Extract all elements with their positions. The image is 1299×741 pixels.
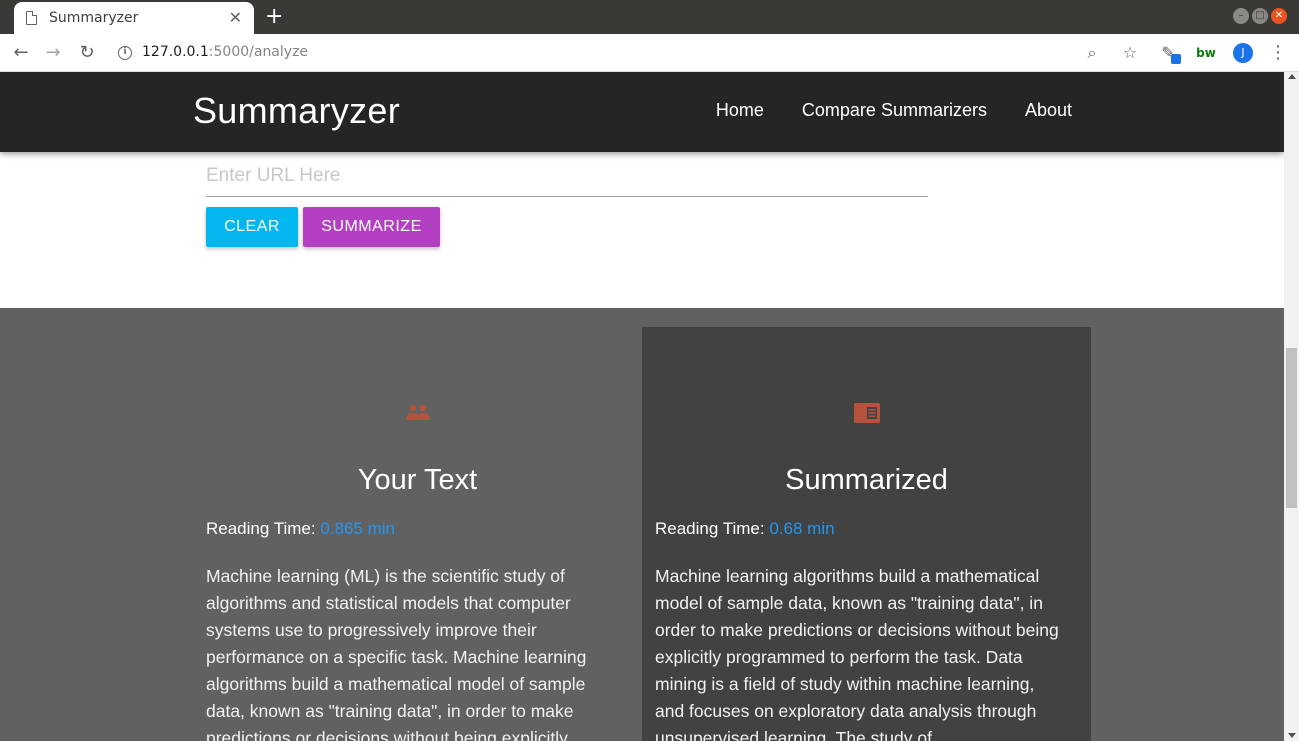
original-title: Your Text — [357, 464, 478, 496]
newspaper-icon — [853, 403, 880, 423]
clear-button[interactable]: CLEAR — [206, 207, 298, 247]
scroll-down-arrow-icon[interactable] — [1288, 733, 1296, 738]
back-arrow-icon[interactable]: ← — [10, 42, 32, 64]
extension-eyedropper-icon[interactable]: ✎ — [1157, 42, 1181, 64]
window-close-icon[interactable]: ✕ — [1271, 8, 1287, 24]
browser-tab[interactable]: Summaryzer ✕ — [14, 2, 254, 34]
site-info-icon[interactable]: i — [118, 46, 132, 60]
extension-bw-icon[interactable]: bw — [1195, 42, 1217, 64]
reading-time-label: Reading Time: — [655, 519, 765, 538]
original-reading-time: Reading Time: 0.865 min — [206, 519, 395, 539]
nav-links: Home Compare Summarizers About — [716, 100, 1072, 121]
site-navbar: Summaryzer Home Compare Summarizers Abou… — [0, 72, 1284, 152]
url-input[interactable] — [206, 156, 928, 197]
summary-panel: Summarized Reading Time: 0.68 min Machin… — [642, 327, 1091, 741]
summary-reading-time: Reading Time: 0.68 min — [655, 519, 835, 539]
reading-time-value: 0.68 min — [769, 519, 835, 538]
document-icon — [26, 11, 37, 25]
reload-icon[interactable]: ↻ — [76, 42, 98, 64]
tab-title: Summaryzer — [49, 10, 139, 26]
page-viewport: Summaryzer Home Compare Summarizers Abou… — [0, 72, 1284, 741]
menu-kebab-icon[interactable]: ⋮ — [1269, 42, 1287, 64]
page-scrollbar[interactable] — [1284, 72, 1299, 741]
bookmark-star-icon[interactable]: ☆ — [1119, 42, 1141, 64]
reading-time-label: Reading Time: — [206, 519, 316, 538]
scroll-up-arrow-icon[interactable] — [1288, 74, 1296, 79]
maximize-icon[interactable]: □ — [1252, 8, 1268, 24]
browser-toolbar: ← → ↻ i 127.0.0.1:5000/analyze ⌕ ☆ ✎ bw … — [0, 34, 1299, 72]
close-tab-icon[interactable]: ✕ — [229, 10, 242, 26]
nav-about[interactable]: About — [1025, 100, 1072, 121]
browser-tabbar: Summaryzer ✕ + – □ ✕ — [0, 0, 1299, 34]
profile-avatar[interactable]: J — [1233, 43, 1253, 63]
nav-home[interactable]: Home — [716, 100, 764, 121]
zoom-icon[interactable]: ⌕ — [1081, 42, 1103, 64]
site-brand[interactable]: Summaryzer — [193, 90, 400, 132]
url-host: 127.0.0.1 — [142, 44, 209, 60]
nav-compare-summarizers[interactable]: Compare Summarizers — [802, 100, 987, 121]
summary-text-body: Machine learning algorithms build a math… — [655, 566, 1059, 741]
original-text-panel: Your Text Reading Time: 0.865 min Machin… — [193, 308, 642, 741]
window-controls: – □ ✕ — [1233, 8, 1287, 24]
people-icon — [405, 404, 430, 420]
summary-title: Summarized — [785, 464, 948, 496]
scrollbar-thumb[interactable] — [1286, 348, 1297, 508]
address-bar[interactable]: 127.0.0.1:5000/analyze — [142, 44, 308, 60]
url-path: :5000/analyze — [208, 44, 309, 60]
results-section: Your Text Reading Time: 0.865 min Machin… — [0, 308, 1284, 741]
new-tab-icon[interactable]: + — [265, 4, 283, 30]
url-input-section: CLEAR SUMMARIZE — [0, 152, 1284, 308]
minimize-icon[interactable]: – — [1233, 8, 1249, 24]
summarize-button[interactable]: SUMMARIZE — [303, 207, 440, 247]
reading-time-value: 0.865 min — [320, 519, 396, 538]
forward-arrow-icon[interactable]: → — [42, 42, 64, 64]
original-text-body: Machine learning (ML) is the scientific … — [206, 566, 587, 741]
